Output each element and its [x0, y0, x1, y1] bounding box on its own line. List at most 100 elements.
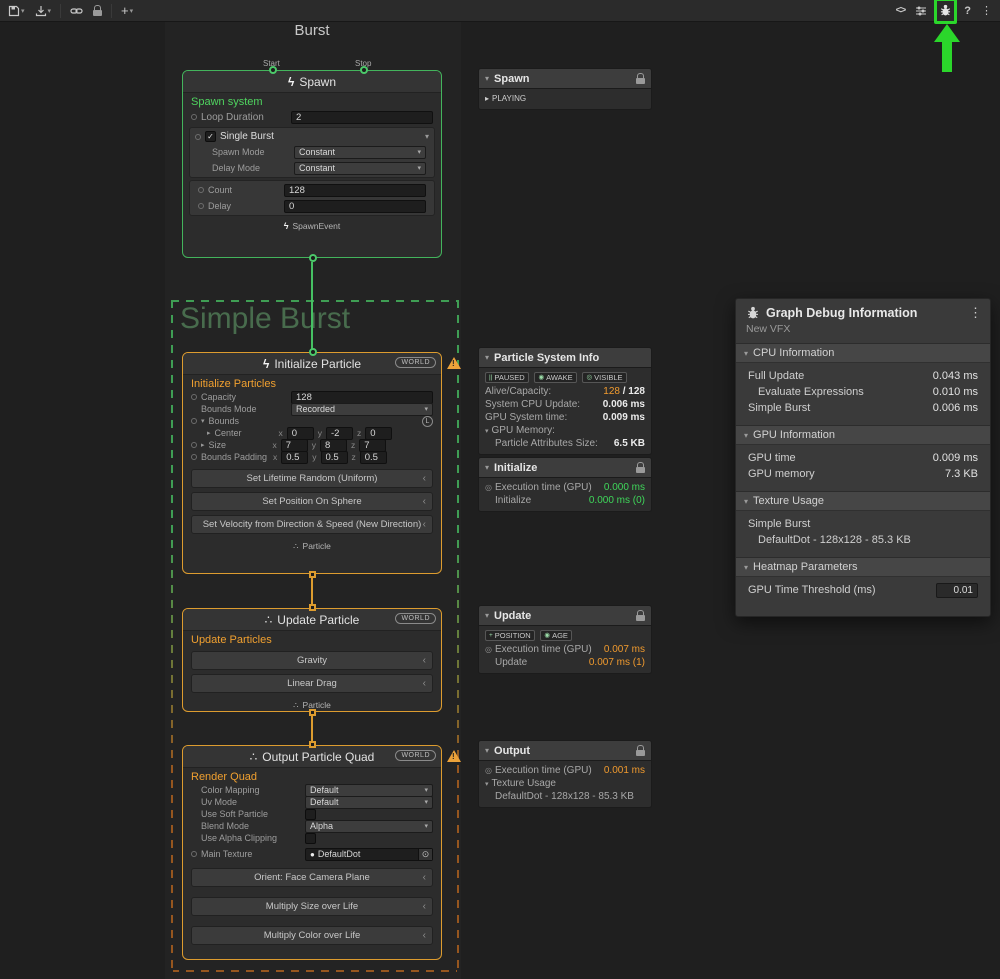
local-space-icon[interactable]: L	[422, 416, 433, 427]
collapse-icon[interactable]: ‹	[423, 473, 426, 484]
control-panel-button[interactable]	[911, 1, 931, 21]
foldout-open-icon[interactable]: ▾	[485, 427, 489, 435]
initialize-input-port[interactable]	[309, 348, 317, 356]
attach-button[interactable]	[66, 1, 87, 21]
block-set-lifetime[interactable]: Set Lifetime Random (Uniform) ‹	[191, 469, 433, 488]
update-context-node[interactable]: ∴ Update Particle WORLD Update Particles…	[182, 608, 442, 712]
lock-icon[interactable]	[636, 78, 645, 84]
center-z-input[interactable]	[365, 427, 392, 440]
add-button[interactable]: + ▾	[117, 1, 137, 21]
loop-duration-port[interactable]	[191, 114, 197, 120]
center-y-input[interactable]	[326, 427, 353, 440]
collapse-icon[interactable]: ‹	[423, 496, 426, 507]
block-gravity[interactable]: Gravity ‹	[191, 651, 433, 670]
collapse-icon[interactable]: ‹	[423, 901, 426, 912]
foldout-open-icon[interactable]: ▾	[201, 417, 205, 425]
foldout-closed-icon[interactable]: ▸	[207, 429, 211, 437]
color-mapping-dropdown[interactable]: Default ▾	[305, 784, 433, 797]
blend-mode-dropdown[interactable]: Alpha ▾	[305, 820, 433, 833]
delay-mode-dropdown[interactable]: Constant ▾	[294, 162, 426, 175]
collapse-icon[interactable]: ‹	[423, 872, 426, 883]
chevron-down-icon[interactable]: ▾	[425, 132, 429, 141]
update-output-port[interactable]	[309, 709, 316, 716]
spawn-node-header[interactable]: ϟ Spawn	[183, 71, 441, 93]
initialize-output-port[interactable]	[309, 571, 316, 578]
update-input-port[interactable]	[309, 604, 316, 611]
lock-icon[interactable]	[636, 467, 645, 473]
help-button[interactable]: ?	[960, 1, 975, 21]
gpu-information-section-header[interactable]: ▾ GPU Information	[736, 425, 990, 445]
collapse-icon[interactable]: ‹	[423, 678, 426, 689]
cpu-information-section-header[interactable]: ▾ CPU Information	[736, 343, 990, 363]
debug-panel-spawn-header[interactable]: ▾ Spawn	[478, 68, 652, 89]
delay-port[interactable]	[198, 203, 204, 209]
burst-values-block[interactable]: Count Delay	[189, 180, 435, 216]
alpha-clipping-checkbox[interactable]	[305, 833, 316, 844]
output-node-header[interactable]: ∴ Output Particle Quad WORLD	[183, 746, 441, 768]
stop-flow-port[interactable]	[360, 66, 368, 74]
delay-input[interactable]	[284, 200, 426, 213]
output-context-node[interactable]: ∴ Output Particle Quad WORLD Render Quad…	[182, 745, 442, 960]
initialize-context-node[interactable]: ϟ Initialize Particle WORLD Initialize P…	[182, 352, 442, 574]
block-set-velocity[interactable]: Set Velocity from Direction & Speed (New…	[191, 515, 433, 534]
space-badge[interactable]: WORLD	[395, 750, 436, 761]
block-multiply-color[interactable]: Multiply Color over Life ‹	[191, 926, 433, 945]
debug-panel-initialize-header[interactable]: ▾ Initialize	[478, 457, 652, 478]
compile-button[interactable]: ▾	[31, 1, 56, 21]
warning-icon[interactable]	[447, 357, 461, 369]
debug-panel-update-header[interactable]: ▾ Update	[478, 605, 652, 626]
gpu-memory-row[interactable]: ▾ GPU Memory:	[485, 424, 645, 437]
spawn-mode-dropdown[interactable]: Constant ▾	[294, 146, 426, 159]
lock-icon[interactable]	[636, 615, 645, 621]
capacity-port[interactable]	[191, 394, 197, 400]
update-node-header[interactable]: ∴ Update Particle WORLD	[183, 609, 441, 631]
size-port[interactable]	[191, 442, 197, 448]
start-flow-port[interactable]	[269, 66, 277, 74]
padding-y-input[interactable]	[321, 451, 348, 464]
debug-panel-output-header[interactable]: ▾ Output	[478, 740, 652, 761]
texture-usage-section-header[interactable]: ▾ Texture Usage	[736, 491, 990, 511]
foldout-open-icon[interactable]: ▾	[485, 780, 489, 788]
lock-button[interactable]	[89, 1, 106, 21]
more-options-button[interactable]: ⋮	[977, 1, 996, 21]
uv-mode-dropdown[interactable]: Default ▾	[305, 796, 433, 809]
heatmap-parameters-section-header[interactable]: ▾ Heatmap Parameters	[736, 557, 990, 577]
warning-icon[interactable]	[447, 750, 461, 762]
initialize-node-header[interactable]: ϟ Initialize Particle WORLD	[183, 353, 441, 375]
collapse-icon[interactable]: ‹	[423, 655, 426, 666]
block-orient[interactable]: Orient: Face Camera Plane ‹	[191, 868, 433, 887]
gpu-time-threshold-input[interactable]	[936, 583, 978, 598]
soft-particle-checkbox[interactable]	[305, 809, 316, 820]
bounds-mode-dropdown[interactable]: Recorded ▾	[291, 403, 433, 416]
debug-panel-system-info-header[interactable]: ▾ Particle System Info	[478, 347, 652, 368]
blackboard-toggle-button[interactable]: <>	[892, 1, 910, 21]
size-y-input[interactable]	[320, 439, 347, 452]
size-z-input[interactable]	[359, 439, 386, 452]
debug-toggle-button[interactable]	[937, 1, 954, 21]
object-picker-icon[interactable]: ⊙	[418, 849, 432, 860]
single-burst-port[interactable]	[195, 134, 201, 140]
collapse-icon[interactable]: ‹	[423, 930, 426, 941]
window-menu-button[interactable]: ⋮	[969, 305, 982, 321]
loop-duration-input[interactable]	[291, 111, 433, 124]
size-x-input[interactable]	[281, 439, 308, 452]
output-input-port[interactable]	[309, 741, 316, 748]
save-button[interactable]: ▾	[4, 1, 29, 21]
bounds-padding-port[interactable]	[191, 454, 197, 460]
count-port[interactable]	[198, 187, 204, 193]
spawnevent-flow-port[interactable]	[309, 254, 317, 262]
lock-icon[interactable]	[636, 750, 645, 756]
single-burst-block[interactable]: ✓ Single Burst ▾ Spawn Mode Constant ▾ D…	[189, 127, 435, 178]
space-badge[interactable]: WORLD	[395, 613, 436, 624]
block-set-position[interactable]: Set Position On Sphere ‹	[191, 492, 433, 511]
collapse-icon[interactable]: ‹	[423, 519, 426, 530]
block-linear-drag[interactable]: Linear Drag ‹	[191, 674, 433, 693]
space-badge[interactable]: WORLD	[395, 357, 436, 368]
bounds-port[interactable]	[191, 418, 197, 424]
capacity-input[interactable]	[291, 391, 433, 404]
edge-spawn-initialize[interactable]	[311, 262, 313, 352]
system-group-label[interactable]: Simple Burst	[180, 302, 350, 336]
center-x-input[interactable]	[287, 427, 314, 440]
block-multiply-size[interactable]: Multiply Size over Life ‹	[191, 897, 433, 916]
padding-x-input[interactable]	[281, 451, 308, 464]
